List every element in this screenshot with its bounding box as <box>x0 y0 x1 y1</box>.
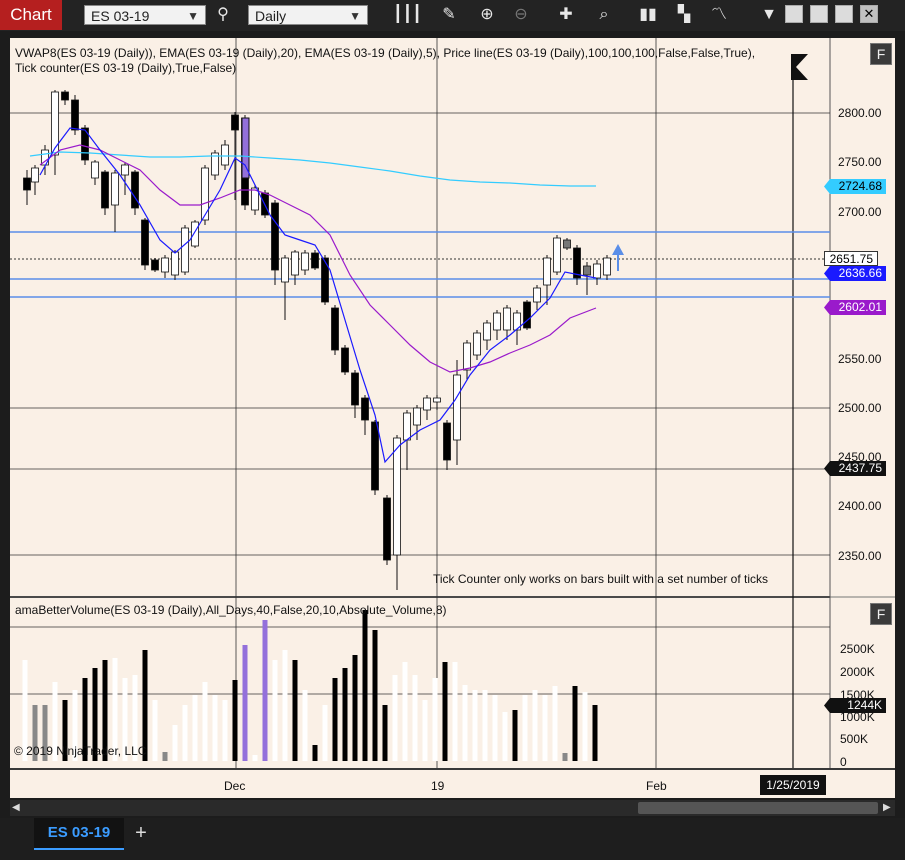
volume-tick: 500K <box>840 732 869 746</box>
chart-canvas <box>10 38 895 770</box>
price-tick: 2800.00 <box>838 106 882 120</box>
scroll-thumb[interactable] <box>638 802 878 814</box>
last-price-tag: 2651.75 <box>824 251 878 266</box>
xaxis-label: 19 <box>431 779 445 793</box>
scroll-left-icon[interactable]: ◀ <box>12 802 20 813</box>
price-tick: 2700.00 <box>838 205 882 219</box>
xaxis-label: Feb <box>646 779 667 793</box>
price-tick: 2750.00 <box>838 155 882 169</box>
volume-indicator-label: amaBetterVolume(ES 03-19 (Daily),All_Day… <box>15 603 447 617</box>
volume-panel-f-button[interactable]: F <box>870 603 892 625</box>
volume-tick: 2000K <box>840 665 875 679</box>
price-tick: 2500.00 <box>838 401 882 415</box>
line-price-tag: 2437.75 <box>824 461 886 476</box>
tab-es-03-19[interactable]: ES 03-19 <box>34 818 124 850</box>
price-panel-f-button[interactable]: F <box>870 43 892 65</box>
volume-tag: 1244K <box>824 698 886 713</box>
price-indicator-label: VWAP8(ES 03-19 (Daily)), EMA(ES 03-19 (D… <box>15 46 756 60</box>
price-indicator-label-2: Tick counter(ES 03-19 (Daily),True,False… <box>15 61 237 75</box>
add-tab-button[interactable]: + <box>132 822 150 844</box>
volume-series <box>22 610 598 761</box>
vwap-price-tag: 2724.68 <box>824 179 886 194</box>
scroll-right-icon[interactable]: ▶ <box>883 802 891 813</box>
volume-tick: 2500K <box>840 642 875 656</box>
xaxis-label: Dec <box>224 779 246 793</box>
price-tick: 2400.00 <box>838 499 882 513</box>
price-tick: 2550.00 <box>838 352 882 366</box>
ema5-price-tag: 2636.66 <box>824 266 886 281</box>
date-tag: 1/25/2019 <box>760 775 826 795</box>
ema20-price-tag: 2602.01 <box>824 300 886 315</box>
ema5-line <box>39 127 597 464</box>
volume-tick: 0 <box>840 755 847 769</box>
price-tick: 2350.00 <box>838 549 882 563</box>
copyright: © 2019 NinjaTrader, LLC <box>14 744 147 758</box>
tick-counter-message: Tick Counter only works on bars built wi… <box>433 572 769 586</box>
